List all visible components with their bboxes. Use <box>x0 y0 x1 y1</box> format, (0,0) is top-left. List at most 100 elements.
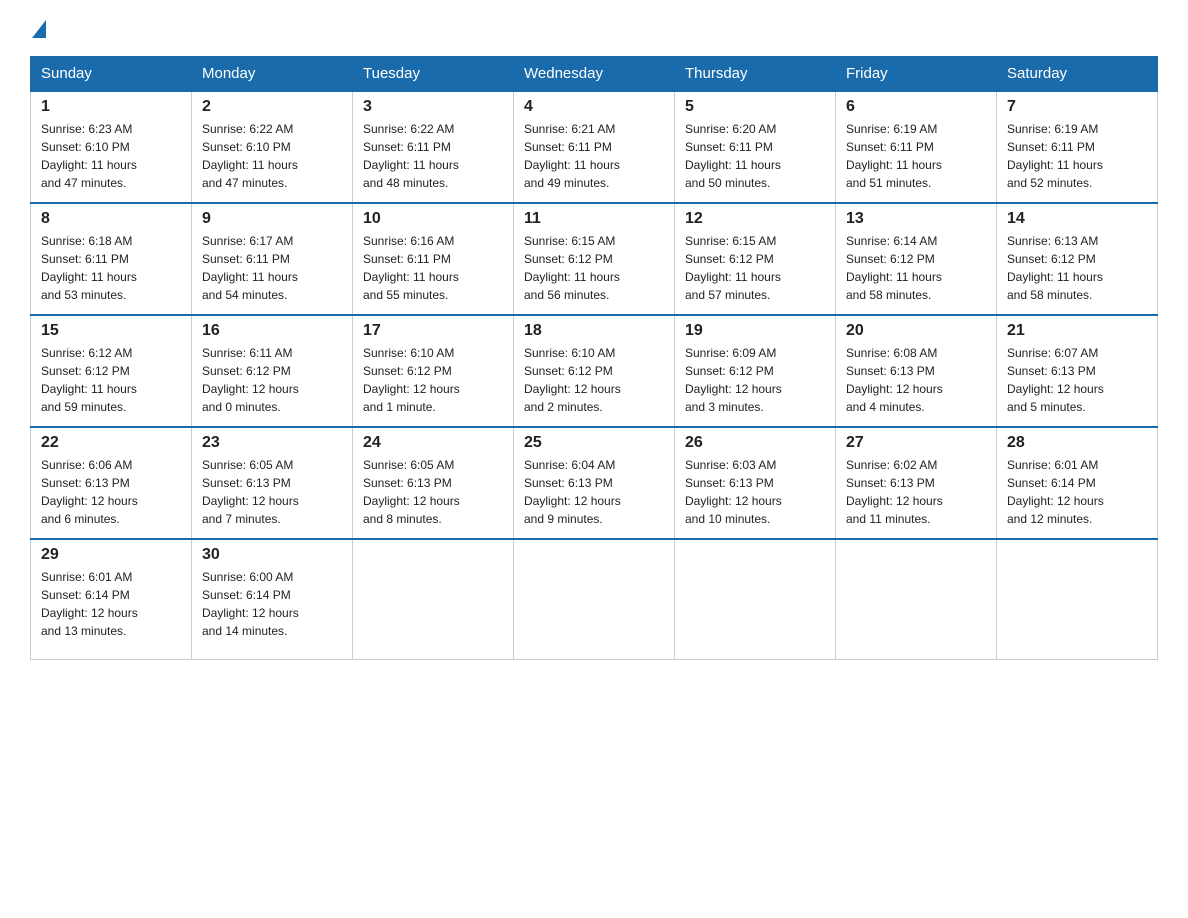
calendar-cell: 19 Sunrise: 6:09 AMSunset: 6:12 PMDaylig… <box>675 315 836 427</box>
day-number: 20 <box>846 322 986 340</box>
day-info: Sunrise: 6:07 AMSunset: 6:13 PMDaylight:… <box>1007 344 1147 416</box>
calendar-cell <box>675 539 836 659</box>
day-info: Sunrise: 6:10 AMSunset: 6:12 PMDaylight:… <box>524 344 664 416</box>
day-number: 14 <box>1007 210 1147 228</box>
day-info: Sunrise: 6:12 AMSunset: 6:12 PMDaylight:… <box>41 344 181 416</box>
calendar-cell <box>353 539 514 659</box>
day-info: Sunrise: 6:21 AMSunset: 6:11 PMDaylight:… <box>524 120 664 192</box>
day-number: 21 <box>1007 322 1147 340</box>
day-info: Sunrise: 6:09 AMSunset: 6:12 PMDaylight:… <box>685 344 825 416</box>
day-info: Sunrise: 6:20 AMSunset: 6:11 PMDaylight:… <box>685 120 825 192</box>
day-info: Sunrise: 6:05 AMSunset: 6:13 PMDaylight:… <box>202 456 342 528</box>
calendar-header-saturday: Saturday <box>997 57 1158 92</box>
day-info: Sunrise: 6:01 AMSunset: 6:14 PMDaylight:… <box>41 568 181 640</box>
day-number: 16 <box>202 322 342 340</box>
calendar-cell: 14 Sunrise: 6:13 AMSunset: 6:12 PMDaylig… <box>997 203 1158 315</box>
day-number: 5 <box>685 98 825 116</box>
day-number: 24 <box>363 434 503 452</box>
day-number: 3 <box>363 98 503 116</box>
day-number: 26 <box>685 434 825 452</box>
calendar-cell: 1 Sunrise: 6:23 AMSunset: 6:10 PMDayligh… <box>31 91 192 203</box>
day-number: 15 <box>41 322 181 340</box>
day-info: Sunrise: 6:19 AMSunset: 6:11 PMDaylight:… <box>1007 120 1147 192</box>
day-number: 23 <box>202 434 342 452</box>
calendar-cell <box>836 539 997 659</box>
day-number: 10 <box>363 210 503 228</box>
calendar-week-row-4: 22 Sunrise: 6:06 AMSunset: 6:13 PMDaylig… <box>31 427 1158 539</box>
day-number: 6 <box>846 98 986 116</box>
day-number: 28 <box>1007 434 1147 452</box>
day-info: Sunrise: 6:10 AMSunset: 6:12 PMDaylight:… <box>363 344 503 416</box>
day-info: Sunrise: 6:18 AMSunset: 6:11 PMDaylight:… <box>41 232 181 304</box>
calendar-header-monday: Monday <box>192 57 353 92</box>
calendar-cell <box>514 539 675 659</box>
calendar-cell: 20 Sunrise: 6:08 AMSunset: 6:13 PMDaylig… <box>836 315 997 427</box>
day-number: 19 <box>685 322 825 340</box>
calendar-table: SundayMondayTuesdayWednesdayThursdayFrid… <box>30 56 1158 660</box>
day-number: 9 <box>202 210 342 228</box>
calendar-cell: 16 Sunrise: 6:11 AMSunset: 6:12 PMDaylig… <box>192 315 353 427</box>
day-number: 11 <box>524 210 664 228</box>
calendar-cell: 26 Sunrise: 6:03 AMSunset: 6:13 PMDaylig… <box>675 427 836 539</box>
day-info: Sunrise: 6:01 AMSunset: 6:14 PMDaylight:… <box>1007 456 1147 528</box>
day-number: 13 <box>846 210 986 228</box>
day-number: 17 <box>363 322 503 340</box>
calendar-header-sunday: Sunday <box>31 57 192 92</box>
calendar-cell: 13 Sunrise: 6:14 AMSunset: 6:12 PMDaylig… <box>836 203 997 315</box>
day-info: Sunrise: 6:06 AMSunset: 6:13 PMDaylight:… <box>41 456 181 528</box>
calendar-week-row-3: 15 Sunrise: 6:12 AMSunset: 6:12 PMDaylig… <box>31 315 1158 427</box>
calendar-cell: 29 Sunrise: 6:01 AMSunset: 6:14 PMDaylig… <box>31 539 192 659</box>
calendar-cell: 2 Sunrise: 6:22 AMSunset: 6:10 PMDayligh… <box>192 91 353 203</box>
day-info: Sunrise: 6:02 AMSunset: 6:13 PMDaylight:… <box>846 456 986 528</box>
calendar-cell: 12 Sunrise: 6:15 AMSunset: 6:12 PMDaylig… <box>675 203 836 315</box>
calendar-cell: 21 Sunrise: 6:07 AMSunset: 6:13 PMDaylig… <box>997 315 1158 427</box>
calendar-cell: 3 Sunrise: 6:22 AMSunset: 6:11 PMDayligh… <box>353 91 514 203</box>
day-info: Sunrise: 6:16 AMSunset: 6:11 PMDaylight:… <box>363 232 503 304</box>
day-info: Sunrise: 6:17 AMSunset: 6:11 PMDaylight:… <box>202 232 342 304</box>
calendar-cell: 10 Sunrise: 6:16 AMSunset: 6:11 PMDaylig… <box>353 203 514 315</box>
calendar-cell: 28 Sunrise: 6:01 AMSunset: 6:14 PMDaylig… <box>997 427 1158 539</box>
day-info: Sunrise: 6:14 AMSunset: 6:12 PMDaylight:… <box>846 232 986 304</box>
calendar-cell: 24 Sunrise: 6:05 AMSunset: 6:13 PMDaylig… <box>353 427 514 539</box>
day-number: 8 <box>41 210 181 228</box>
day-info: Sunrise: 6:05 AMSunset: 6:13 PMDaylight:… <box>363 456 503 528</box>
day-number: 4 <box>524 98 664 116</box>
calendar-cell: 25 Sunrise: 6:04 AMSunset: 6:13 PMDaylig… <box>514 427 675 539</box>
day-number: 27 <box>846 434 986 452</box>
day-number: 12 <box>685 210 825 228</box>
day-info: Sunrise: 6:22 AMSunset: 6:10 PMDaylight:… <box>202 120 342 192</box>
calendar-cell: 6 Sunrise: 6:19 AMSunset: 6:11 PMDayligh… <box>836 91 997 203</box>
day-number: 29 <box>41 546 181 564</box>
calendar-header-wednesday: Wednesday <box>514 57 675 92</box>
calendar-cell: 18 Sunrise: 6:10 AMSunset: 6:12 PMDaylig… <box>514 315 675 427</box>
calendar-cell: 22 Sunrise: 6:06 AMSunset: 6:13 PMDaylig… <box>31 427 192 539</box>
day-info: Sunrise: 6:13 AMSunset: 6:12 PMDaylight:… <box>1007 232 1147 304</box>
calendar-cell: 9 Sunrise: 6:17 AMSunset: 6:11 PMDayligh… <box>192 203 353 315</box>
day-number: 2 <box>202 98 342 116</box>
day-info: Sunrise: 6:11 AMSunset: 6:12 PMDaylight:… <box>202 344 342 416</box>
day-info: Sunrise: 6:19 AMSunset: 6:11 PMDaylight:… <box>846 120 986 192</box>
calendar-header-row: SundayMondayTuesdayWednesdayThursdayFrid… <box>31 57 1158 92</box>
logo <box>30 20 46 40</box>
day-number: 18 <box>524 322 664 340</box>
logo-triangle-icon <box>32 20 46 38</box>
calendar-header-thursday: Thursday <box>675 57 836 92</box>
calendar-header-friday: Friday <box>836 57 997 92</box>
calendar-header-tuesday: Tuesday <box>353 57 514 92</box>
day-info: Sunrise: 6:22 AMSunset: 6:11 PMDaylight:… <box>363 120 503 192</box>
calendar-cell <box>997 539 1158 659</box>
day-info: Sunrise: 6:00 AMSunset: 6:14 PMDaylight:… <box>202 568 342 640</box>
day-info: Sunrise: 6:08 AMSunset: 6:13 PMDaylight:… <box>846 344 986 416</box>
calendar-cell: 7 Sunrise: 6:19 AMSunset: 6:11 PMDayligh… <box>997 91 1158 203</box>
day-info: Sunrise: 6:15 AMSunset: 6:12 PMDaylight:… <box>524 232 664 304</box>
day-number: 7 <box>1007 98 1147 116</box>
day-info: Sunrise: 6:04 AMSunset: 6:13 PMDaylight:… <box>524 456 664 528</box>
day-number: 30 <box>202 546 342 564</box>
day-info: Sunrise: 6:23 AMSunset: 6:10 PMDaylight:… <box>41 120 181 192</box>
calendar-cell: 30 Sunrise: 6:00 AMSunset: 6:14 PMDaylig… <box>192 539 353 659</box>
day-number: 1 <box>41 98 181 116</box>
calendar-cell: 17 Sunrise: 6:10 AMSunset: 6:12 PMDaylig… <box>353 315 514 427</box>
calendar-cell: 27 Sunrise: 6:02 AMSunset: 6:13 PMDaylig… <box>836 427 997 539</box>
day-info: Sunrise: 6:15 AMSunset: 6:12 PMDaylight:… <box>685 232 825 304</box>
day-info: Sunrise: 6:03 AMSunset: 6:13 PMDaylight:… <box>685 456 825 528</box>
